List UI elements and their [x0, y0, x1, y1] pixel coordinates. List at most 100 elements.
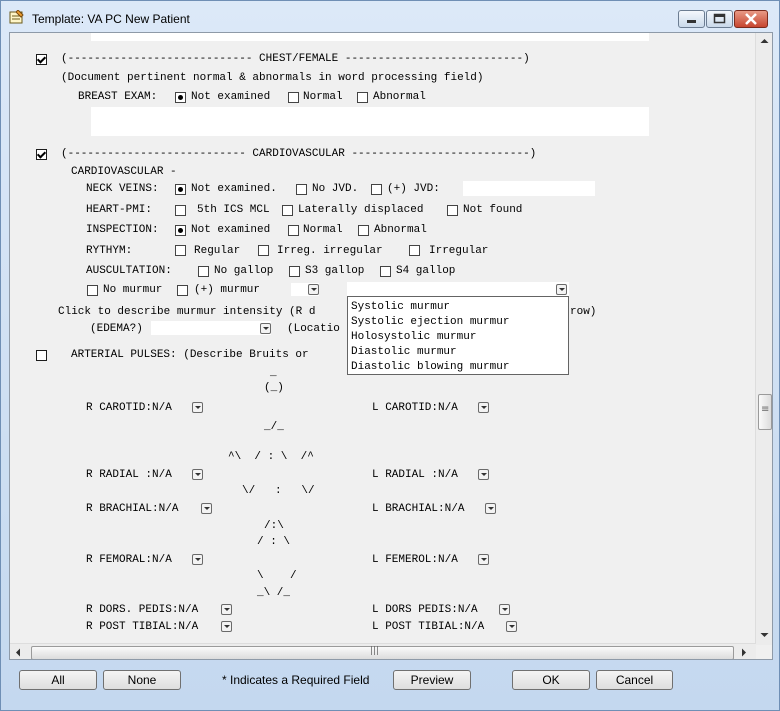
maximize-icon [713, 13, 726, 24]
edema-dropdown-icon[interactable] [260, 323, 271, 334]
none-button[interactable]: None [103, 670, 181, 690]
r-dors-pedis-dropdown-icon[interactable] [221, 604, 232, 615]
insp-abnormal-radio[interactable] [358, 225, 369, 236]
template-icon [9, 10, 24, 24]
pmi-laterally-label: Laterally displaced [298, 204, 424, 216]
horizontal-scrollbar[interactable]: ||| [10, 643, 756, 659]
r-carotid-label: R CAROTID:N/A [86, 402, 172, 414]
ausc-s3-gallop-radio[interactable] [289, 266, 300, 277]
r-brachial-label: R BRACHIAL:N/A [86, 503, 179, 515]
maximize-button[interactable] [706, 10, 733, 28]
neck-no-jvd-radio[interactable] [296, 184, 307, 195]
location-label: (Locatio [287, 323, 340, 335]
cardio-header: (--------------------------- CARDIOVASCU… [61, 148, 537, 160]
breast-normal-radio[interactable] [288, 92, 299, 103]
rhythm-irreg-irregular-label: Irreg. irregular [277, 245, 383, 257]
rhythm-irreg-irregular-radio[interactable] [258, 245, 269, 256]
thumb-grip-icon: ≡ [761, 404, 770, 415]
minimize-icon [687, 20, 696, 23]
murmur-option-systolic[interactable]: Systolic murmur [351, 301, 450, 314]
scroll-down-arrow-icon[interactable] [760, 632, 769, 638]
l-carotid-dropdown-icon[interactable] [478, 402, 489, 413]
neck-jvd-label: (+) JVD: [387, 183, 440, 195]
vertical-scroll-thumb[interactable]: ≡ [758, 394, 772, 430]
r-brachial-dropdown-icon[interactable] [201, 503, 212, 514]
neck-not-examined-radio[interactable] [175, 184, 186, 195]
title-bar: Template: VA PC New Patient [1, 1, 779, 33]
auscultation-label: AUSCULTATION: [86, 265, 172, 277]
ausc-no-gallop-radio[interactable] [198, 266, 209, 277]
ausc-no-gallop-label: No gallop [214, 265, 274, 277]
close-button[interactable] [734, 10, 768, 28]
ausc-s4-gallop-radio[interactable] [380, 266, 391, 277]
murmur-option-systolic-ejection[interactable]: Systolic ejection murmur [351, 316, 509, 329]
pmi-not-found-label: Not found [463, 204, 523, 216]
cardiovascular-checkbox[interactable] [36, 149, 47, 160]
arterial-pulses-checkbox[interactable] [36, 350, 47, 361]
previous-text-field[interactable] [91, 33, 649, 41]
l-femerol-dropdown-icon[interactable] [478, 554, 489, 565]
insp-normal-label: Normal [303, 224, 343, 236]
neck-no-jvd-label: No JVD. [312, 183, 359, 195]
rhythm-regular-label: Regular [194, 245, 241, 257]
edema-combo[interactable] [151, 321, 271, 335]
ascii-art-head: (_) [264, 382, 284, 394]
cardio-sub-label: CARDIOVASCULAR - [71, 166, 177, 178]
pmi-laterally-radio[interactable] [282, 205, 293, 216]
r-post-tibial-dropdown-icon[interactable] [221, 621, 232, 632]
l-post-tibial-label: L POST TIBIAL:N/A [372, 621, 485, 633]
murmur-type-dropdown-icon[interactable] [556, 284, 567, 295]
no-murmur-radio[interactable] [87, 285, 98, 296]
breast-abnormal-radio[interactable] [357, 92, 368, 103]
breast-not-examined-radio[interactable] [175, 92, 186, 103]
insp-not-examined-label: Not examined [191, 224, 271, 236]
murmur-option-diastolic-blowing[interactable]: Diastolic blowing murmur [351, 361, 509, 374]
chest-note: (Document pertinent normal & abnormals i… [61, 72, 484, 84]
plus-murmur-radio[interactable] [177, 285, 188, 296]
all-button[interactable]: All [19, 670, 97, 690]
minimize-button[interactable] [678, 10, 705, 28]
neck-jvd-radio[interactable] [371, 184, 382, 195]
cancel-button[interactable]: Cancel [596, 670, 673, 690]
r-post-tibial-label: R POST TIBIAL:N/A [86, 621, 199, 633]
l-post-tibial-dropdown-icon[interactable] [506, 621, 517, 632]
jvd-text-field[interactable] [463, 181, 595, 196]
l-carotid-label: L CAROTID:N/A [372, 402, 458, 414]
murmur-option-diastolic[interactable]: Diastolic murmur [351, 346, 457, 359]
insp-not-examined-radio[interactable] [175, 225, 186, 236]
l-radial-dropdown-icon[interactable] [478, 469, 489, 480]
rhythm-irregular-radio[interactable] [409, 245, 420, 256]
hthumb-grip-icon: ||| [370, 646, 380, 656]
l-dors-pedis-label: L DORS PEDIS:N/A [372, 604, 478, 616]
scroll-up-arrow-icon[interactable] [760, 38, 769, 44]
neck-not-examined-label: Not examined. [191, 183, 277, 195]
r-femoral-label: R FEMORAL:N/A [86, 554, 172, 566]
arterial-pulses-label: ARTERIAL PULSES: (Describe Bruits or [71, 349, 309, 361]
murmur-type-combo[interactable] [347, 282, 569, 296]
ascii-art-hips: /:\ [264, 520, 284, 532]
breast-exam-label: BREAST EXAM: [78, 91, 158, 103]
l-brachial-dropdown-icon[interactable] [485, 503, 496, 514]
r-radial-dropdown-icon[interactable] [192, 469, 203, 480]
r-femoral-dropdown-icon[interactable] [192, 554, 203, 565]
template-content: (---------------------------- CHEST/FEMA… [9, 32, 773, 660]
preview-button[interactable]: Preview [393, 670, 471, 690]
scroll-right-arrow-icon[interactable] [741, 648, 747, 657]
insp-normal-radio[interactable] [288, 225, 299, 236]
murmur-grade-dropdown-icon[interactable] [308, 284, 319, 295]
breast-exam-text-field[interactable] [91, 107, 649, 136]
pmi-not-found-radio[interactable] [447, 205, 458, 216]
l-dors-pedis-dropdown-icon[interactable] [499, 604, 510, 615]
horizontal-scroll-thumb[interactable]: ||| [31, 646, 734, 659]
murmur-option-holosystolic[interactable]: Holosystolic murmur [351, 331, 476, 344]
ok-button[interactable]: OK [512, 670, 590, 690]
neck-veins-label: NECK VEINS: [86, 183, 159, 195]
scroll-left-arrow-icon[interactable] [15, 648, 21, 657]
r-carotid-dropdown-icon[interactable] [192, 402, 203, 413]
rhythm-label: RYTHYM: [86, 245, 133, 257]
chest-female-checkbox[interactable] [36, 54, 47, 65]
rhythm-regular-radio[interactable] [175, 245, 186, 256]
pmi-5th-ics-radio[interactable] [175, 205, 186, 216]
vertical-scrollbar[interactable]: ≡ [755, 33, 772, 645]
murmur-intensity-text-end: row) [570, 306, 597, 318]
